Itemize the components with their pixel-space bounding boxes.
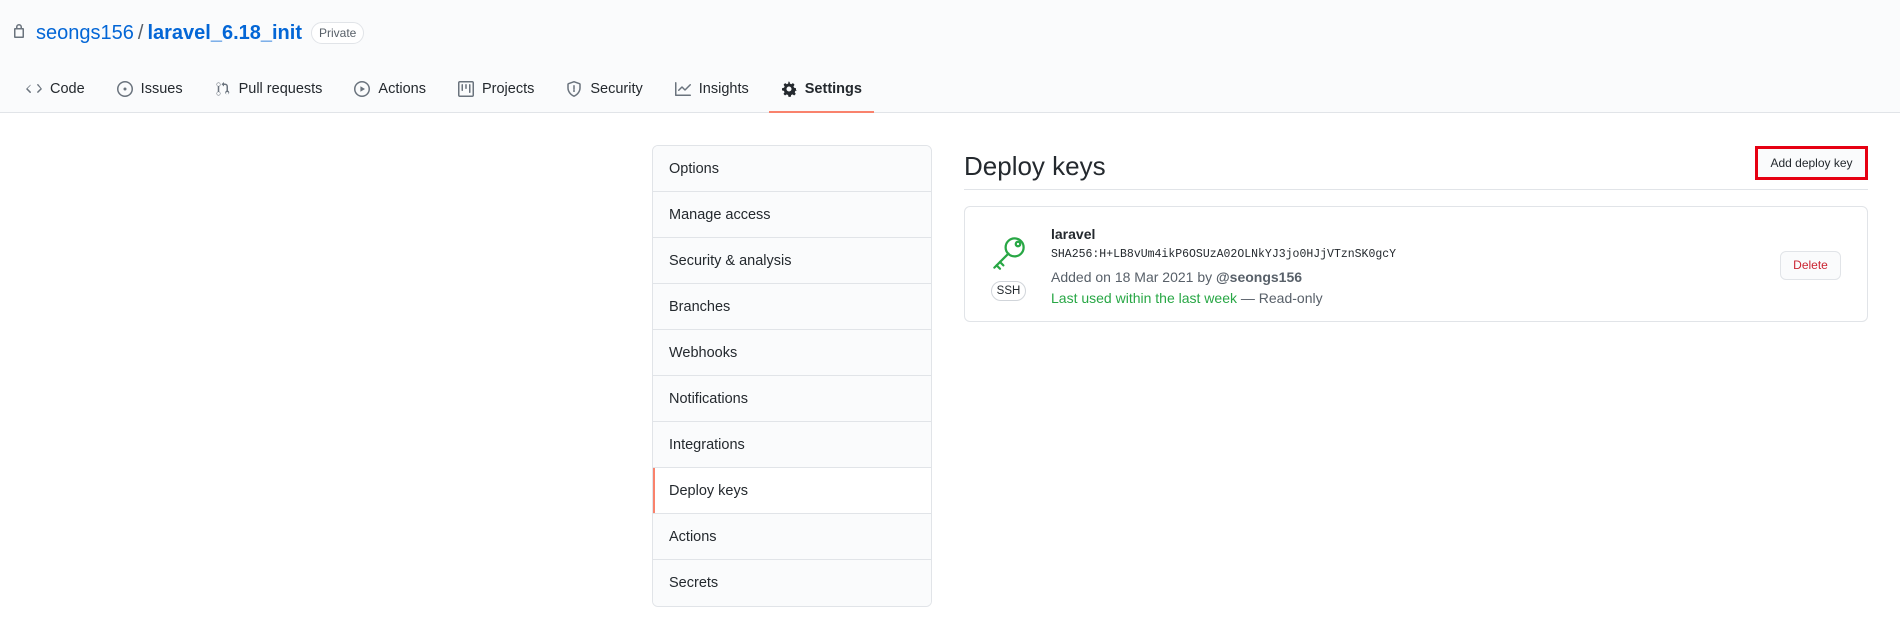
graph-icon <box>674 81 691 96</box>
menu-item-integrations[interactable]: Integrations <box>653 422 931 468</box>
add-deploy-key-button[interactable]: Add deploy key <box>1755 146 1868 180</box>
key-last-used: Last used within the last week — Read-on… <box>1051 290 1396 306</box>
menu-item-manage-access[interactable]: Manage access <box>653 192 931 238</box>
key-access-text: — Read-only <box>1237 290 1323 306</box>
repo-tabs: Code Issues Pull requests Actions Projec… <box>14 72 882 113</box>
key-icon <box>993 237 1025 270</box>
tab-pull-requests[interactable]: Pull requests <box>203 72 335 113</box>
repo-name-link[interactable]: laravel_6.18_init <box>147 22 302 45</box>
menu-item-webhooks[interactable]: Webhooks <box>653 330 931 376</box>
visibility-badge: Private <box>311 22 365 44</box>
tab-code[interactable]: Code <box>14 72 97 113</box>
lock-icon <box>14 24 24 38</box>
repo-separator: / <box>137 21 144 44</box>
tab-settings[interactable]: Settings <box>768 72 874 113</box>
tab-insights-label: Insights <box>698 80 749 97</box>
delete-key-button[interactable]: Delete <box>1780 251 1841 280</box>
menu-item-security-analysis[interactable]: Security & analysis <box>653 238 931 284</box>
settings-menu: Options Manage access Security & analysi… <box>652 145 932 607</box>
tab-settings-label: Settings <box>804 80 862 97</box>
tab-pull-requests-label: Pull requests <box>238 80 323 97</box>
menu-item-actions[interactable]: Actions <box>653 514 931 560</box>
key-title: laravel <box>1051 226 1096 242</box>
tab-projects[interactable]: Projects <box>446 72 546 113</box>
tab-security[interactable]: Security <box>554 72 654 113</box>
key-info: laravel SHA256:H+LB8vUm4ikP6OSUzA02OLNkY… <box>1051 226 1396 306</box>
play-icon <box>354 80 371 97</box>
shield-icon <box>567 80 582 97</box>
repo-owner-link[interactable]: seongs156 <box>36 22 134 45</box>
page-title: Deploy keys <box>964 151 1106 181</box>
subhead: Deploy keys Add deploy key <box>964 145 1868 190</box>
tab-security-label: Security <box>590 80 643 97</box>
key-added-text: Added on 18 Mar 2021 by <box>1051 269 1217 285</box>
repo-header: seongs156 / laravel_6.18_init Private Co… <box>0 0 1900 113</box>
deploy-keys-panel: Deploy keys Add deploy key SSH laravel S… <box>964 145 1868 322</box>
key-fingerprint: SHA256:H+LB8vUm4ikP6OSUzA02OLNkYJ3jo0HJj… <box>1051 248 1397 261</box>
tab-projects-label: Projects <box>481 80 535 97</box>
deploy-key-item: SSH laravel SHA256:H+LB8vUm4ikP6OSUzA02O… <box>964 206 1868 322</box>
menu-item-notifications[interactable]: Notifications <box>653 376 931 422</box>
project-icon <box>457 80 474 97</box>
tab-insights[interactable]: Insights <box>663 72 761 113</box>
tab-issues-label: Issues <box>140 80 183 97</box>
gear-icon <box>781 81 797 97</box>
issue-icon <box>116 80 133 97</box>
tab-actions[interactable]: Actions <box>342 72 438 113</box>
menu-item-options[interactable]: Options <box>653 146 931 192</box>
key-added-info: Added on 18 Mar 2021 by @seongs156 <box>1051 269 1396 289</box>
code-icon <box>26 83 42 93</box>
tab-issues[interactable]: Issues <box>105 72 195 113</box>
menu-item-branches[interactable]: Branches <box>653 284 931 330</box>
tab-actions-label: Actions <box>378 80 426 97</box>
menu-item-secrets[interactable]: Secrets <box>653 560 931 606</box>
menu-item-deploy-keys[interactable]: Deploy keys <box>653 468 931 514</box>
pull-request-icon <box>216 81 229 96</box>
tab-code-label: Code <box>50 80 85 97</box>
key-added-by-user: @seongs156 <box>1216 269 1303 285</box>
repo-title: seongs156 / laravel_6.18_init Private <box>12 20 365 46</box>
key-last-used-text: Last used within the last week <box>1051 290 1237 306</box>
key-type-label: SSH <box>991 281 1026 301</box>
